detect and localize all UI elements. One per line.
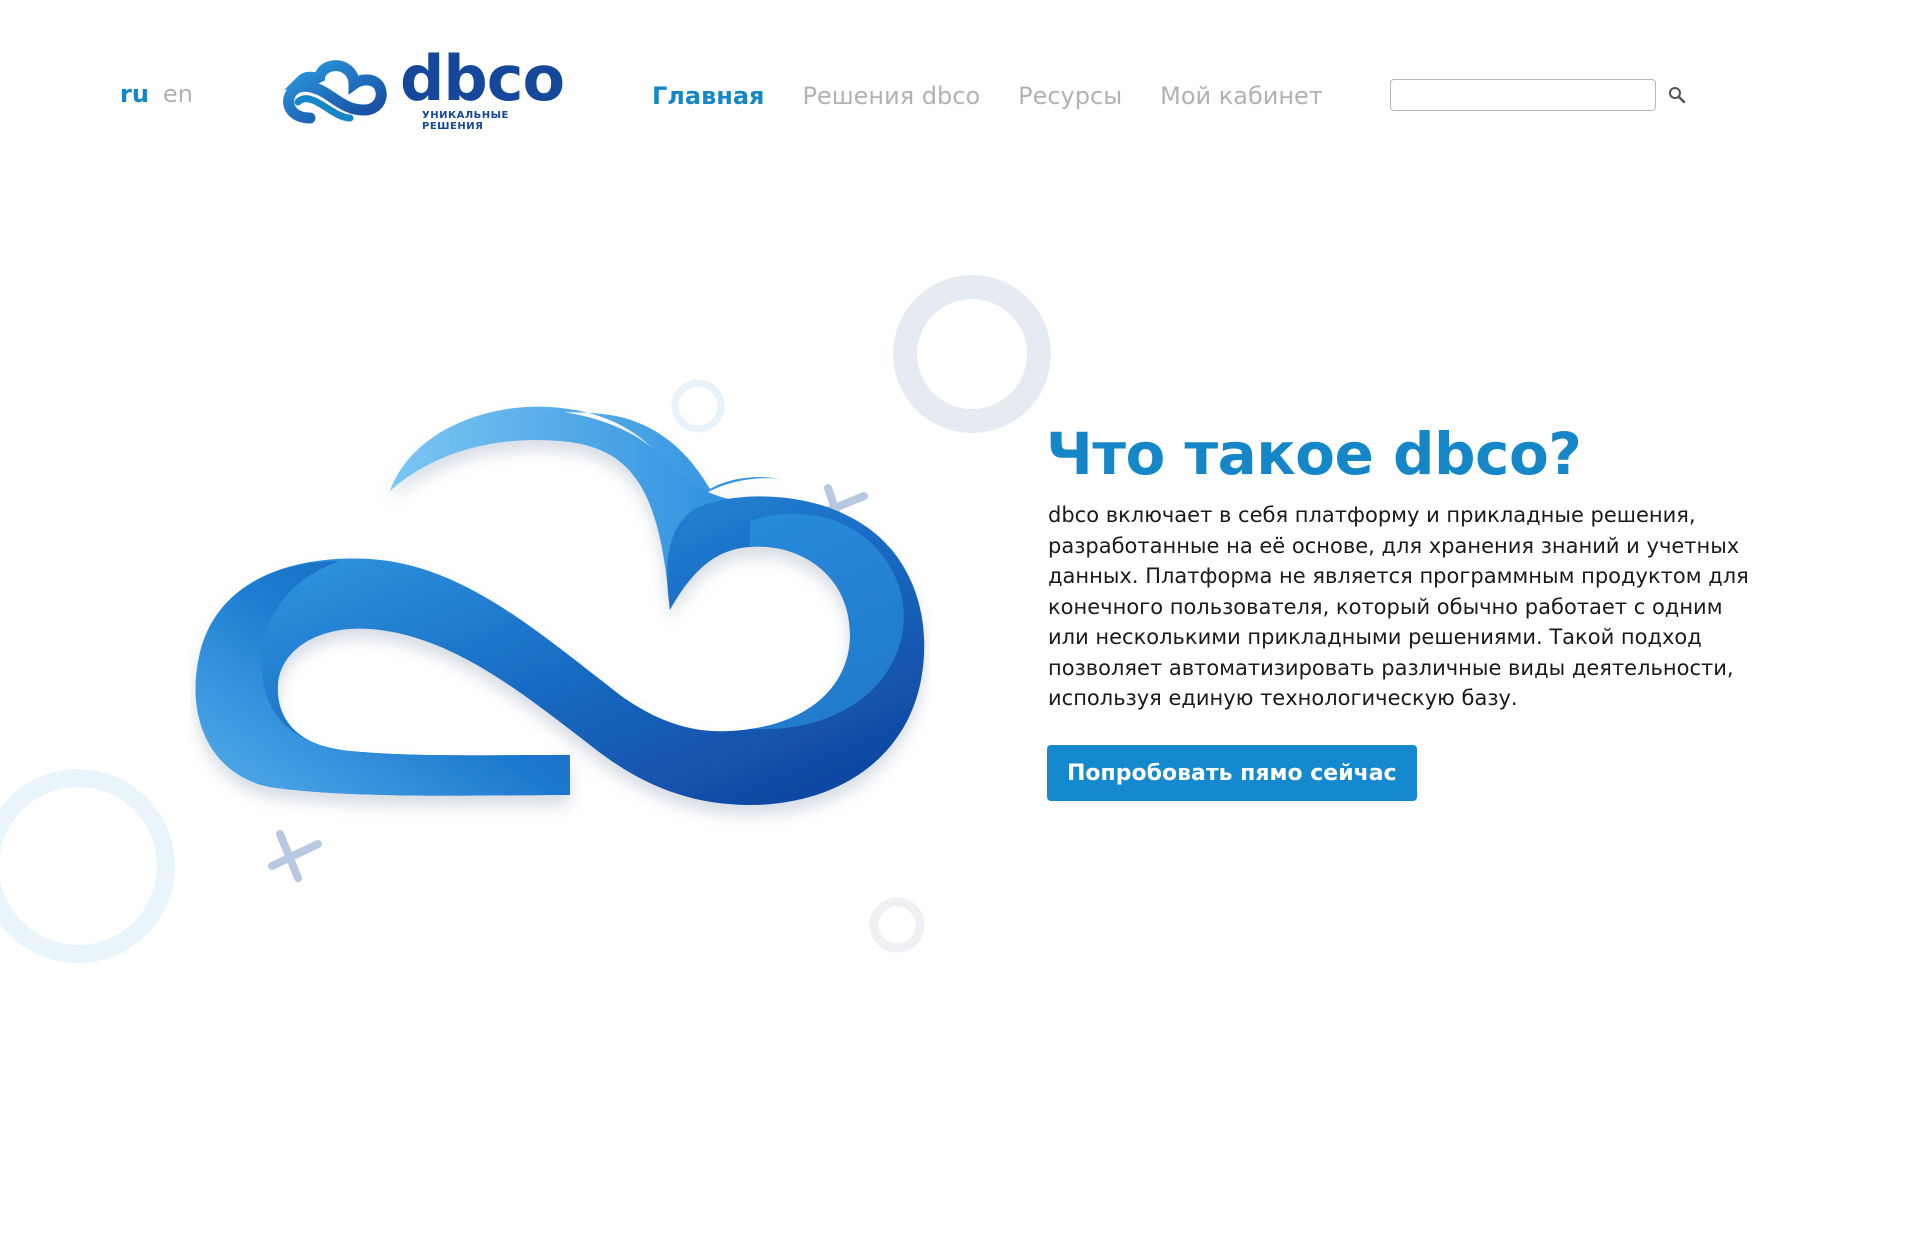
lang-en-link[interactable]: en <box>163 80 193 108</box>
nav-item-my-account[interactable]: Мой кабинет <box>1160 82 1323 110</box>
nav-item-solutions[interactable]: Решения dbco <box>802 82 980 110</box>
cloud-logo-illustration <box>195 406 925 805</box>
cloud-logo-icon <box>283 60 387 124</box>
language-switcher: ru en <box>120 80 193 108</box>
logo-tagline: УНИКАЛЬНЫЕ РЕШЕНИЯ <box>422 110 509 132</box>
hero-description: dbco включает в себя платформу и приклад… <box>1048 503 1749 710</box>
nav-item-home[interactable]: Главная <box>652 82 764 110</box>
decor-ring-small-bottom <box>869 897 925 953</box>
page-title: Что такое dbco? <box>1046 420 1582 488</box>
search-icon[interactable] <box>1666 84 1688 106</box>
search-bar <box>1390 79 1688 111</box>
search-input[interactable] <box>1390 79 1656 111</box>
try-now-button[interactable]: Попробовать пямо сейчас <box>1047 745 1417 801</box>
page: ru en dbco УНИКАЛЬНЫЕ РЕШЕНИЯ Главная Ре… <box>0 0 1920 1236</box>
logo-wordmark: dbco <box>400 42 565 115</box>
lang-ru-link[interactable]: ru <box>120 80 149 108</box>
decor-ring-large-left <box>0 769 175 963</box>
decor-cross-bottom <box>268 830 322 882</box>
nav-item-resources[interactable]: Ресурсы <box>1018 82 1122 110</box>
logo[interactable]: dbco УНИКАЛЬНЫЕ РЕШЕНИЯ <box>280 42 570 132</box>
main-nav: Главная Решения dbco Ресурсы Мой кабинет <box>652 82 1323 110</box>
